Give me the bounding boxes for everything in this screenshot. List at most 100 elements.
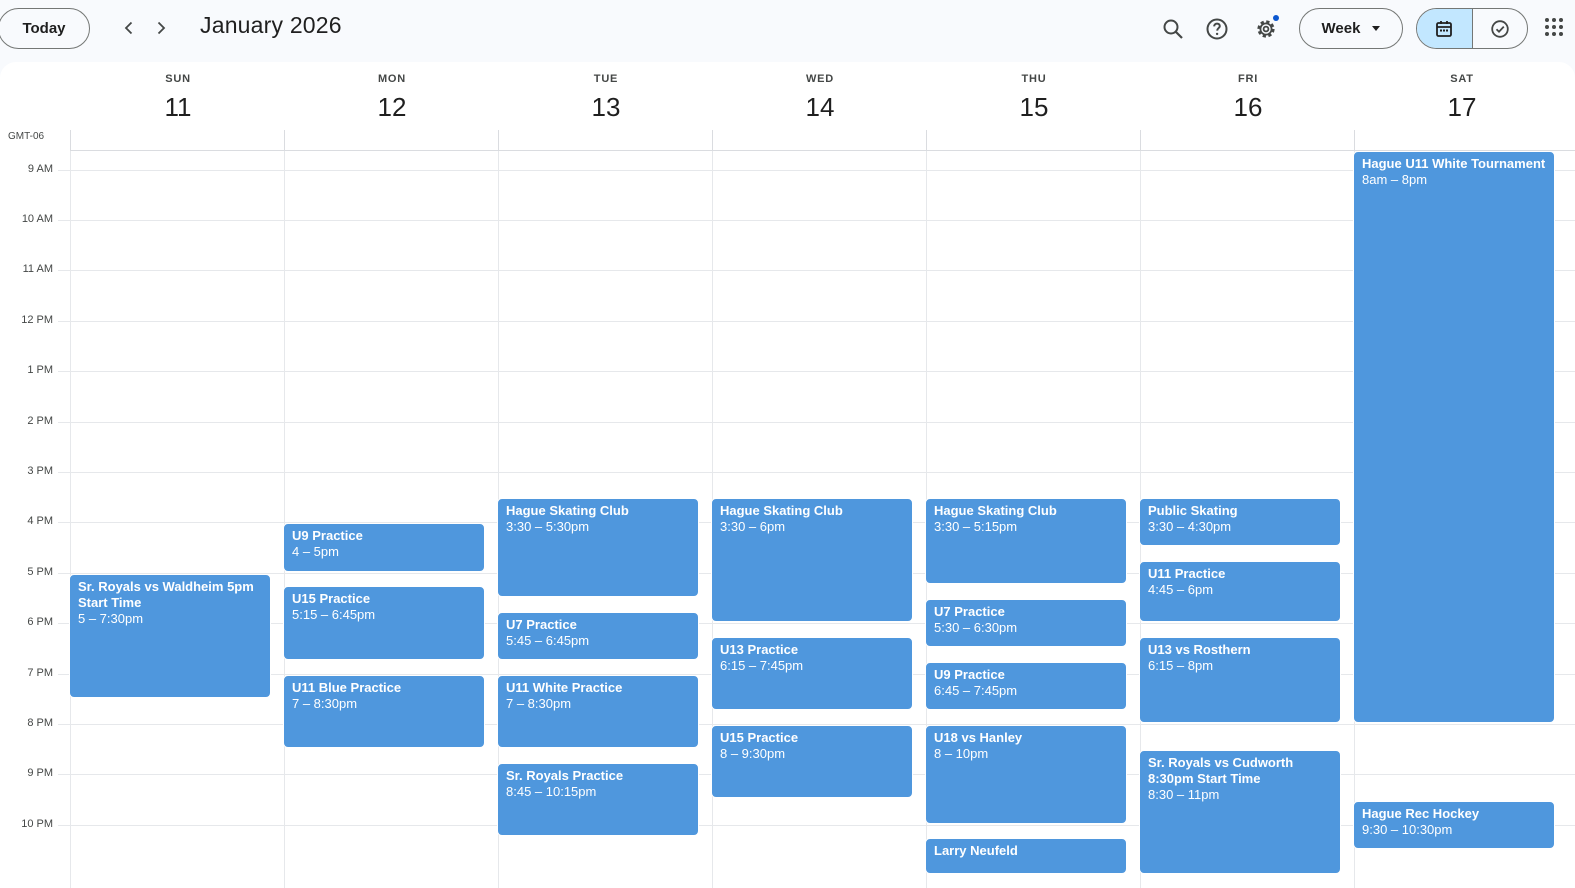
timezone-label: GMT-06: [8, 131, 45, 142]
event-time: 5 – 7:30pm: [78, 610, 144, 626]
event-time: 3:30 – 5:30pm: [506, 519, 590, 535]
day-number[interactable]: 14: [713, 92, 927, 123]
apps-grid-icon: [1552, 18, 1556, 22]
calendar-event[interactable]: Hague Skating Club 3:30 – 5:30pm: [497, 498, 699, 597]
hour-gridline: [58, 371, 1575, 373]
day-number[interactable]: 16: [1141, 92, 1355, 123]
calendar-event[interactable]: Hague Skating Club 3:30 – 5:15pm: [925, 498, 1127, 585]
view-dropdown[interactable]: Week: [1299, 8, 1403, 49]
calendar-event[interactable]: Hague U11 White Tournament 8am – 8pm: [1353, 151, 1555, 723]
event-time: 4:45 – 6pm: [1148, 582, 1214, 598]
event-title: Hague Skating Club: [720, 503, 843, 519]
column-divider: [712, 130, 713, 150]
day-number[interactable]: 12: [285, 92, 499, 123]
apps-grid-icon: [1559, 32, 1563, 36]
day-number[interactable]: 15: [927, 92, 1141, 123]
event-title: U13 vs Rosthern: [1148, 641, 1251, 657]
next-week-button[interactable]: [146, 13, 176, 43]
calendar-event[interactable]: U13 Practice 6:15 – 7:45pm: [711, 636, 913, 711]
hour-label: 10 AM: [21, 212, 53, 225]
hour-label: 4 PM: [27, 515, 53, 528]
day-number[interactable]: 13: [499, 92, 713, 123]
event-title: Sr. Royals vs Cudworth 8:30pm Start Time: [1148, 755, 1294, 787]
calendar-event[interactable]: U9 Practice 6:45 – 7:45pm: [925, 661, 1127, 711]
chevron-right-icon: [157, 21, 166, 35]
calendar-event[interactable]: U7 Practice 5:45 – 6:45pm: [497, 611, 699, 660]
calendar-event[interactable]: U9 Practice 4 – 5pm: [283, 523, 485, 572]
apps-grid-icon: [1545, 18, 1549, 22]
calendar-event[interactable]: Hague Rec Hockey 9:30 – 10:30pm: [1353, 800, 1555, 849]
search-button[interactable]: [1156, 12, 1190, 46]
hour-label: 11 AM: [22, 263, 53, 276]
event-title: Public Skating: [1148, 503, 1238, 519]
hour-label: 7 PM: [27, 666, 53, 679]
help-button[interactable]: [1200, 12, 1234, 46]
event-time: 3:30 – 4:30pm: [1148, 519, 1232, 535]
event-title: U9 Practice: [292, 528, 363, 544]
column-divider: [284, 151, 285, 888]
apps-grid-icon: [1552, 25, 1556, 29]
event-title: Hague Skating Club: [506, 503, 629, 519]
notification-dot: [1273, 15, 1279, 21]
event-title: Larry Neufeld: [934, 843, 1018, 859]
event-title: U11 Blue Practice: [292, 679, 402, 695]
today-button[interactable]: Today: [0, 8, 90, 49]
calendar-event[interactable]: Hague Skating Club 3:30 – 6pm: [711, 498, 913, 623]
hour-label: 2 PM: [27, 414, 53, 427]
calendar-event[interactable]: Sr. Royals Practice 8:45 – 10:15pm: [497, 762, 699, 837]
event-time: 8:30 – 11pm: [1148, 787, 1220, 803]
event-time: 6:15 – 8pm: [1148, 657, 1214, 673]
apps-grid-button[interactable]: [1545, 18, 1565, 38]
day-number[interactable]: 17: [1355, 92, 1569, 123]
hour-label: 9 PM: [27, 767, 53, 780]
previous-week-button[interactable]: [114, 13, 144, 43]
calendar-event[interactable]: U15 Practice 8 – 9:30pm: [711, 724, 913, 799]
day-header-tue: TUE 13: [499, 62, 713, 134]
calendar-event[interactable]: U11 Blue Practice 7 – 8:30pm: [283, 674, 485, 749]
week-calendar: SUN 11 MON 12 TUE 13 WED 14 THU 15 FRI 1…: [0, 62, 1575, 888]
event-title: Hague Rec Hockey: [1362, 805, 1480, 821]
calendar-event[interactable]: Larry Neufeld: [925, 838, 1127, 875]
dropdown-caret-icon: [1372, 26, 1381, 31]
event-time: 8 – 9:30pm: [720, 745, 786, 761]
calendar-event[interactable]: Sr. Royals vs Waldheim 5pm Start Time 5 –…: [69, 573, 271, 698]
calendar-event[interactable]: U13 vs Rosthern 6:15 – 8pm: [1139, 636, 1341, 723]
calendar-mode-button[interactable]: [1417, 9, 1472, 48]
calendar-event[interactable]: Sr. Royals vs Cudworth 8:30pm Start Time…: [1139, 750, 1341, 875]
event-time: 8:45 – 10:15pm: [506, 783, 597, 799]
hour-label: 6 PM: [27, 616, 53, 629]
column-divider: [70, 151, 71, 888]
event-time: 8 – 10pm: [934, 745, 989, 761]
column-divider: [1354, 130, 1355, 150]
top-bar: Today January 2026 Week: [0, 0, 1575, 60]
chevron-left-icon: [124, 21, 133, 35]
time-grid[interactable]: 9 AM 10 AM 11 AM 12 PM 1 PM 2 PM 3 PM 4 PM 5 PM 6…: [0, 151, 1575, 888]
calendar-event[interactable]: Public Skating 3:30 – 4:30pm: [1139, 498, 1341, 547]
day-of-week: THU: [1021, 73, 1047, 85]
calendar-event[interactable]: U11 Practice 4:45 – 6pm: [1139, 561, 1341, 623]
event-time: 4 – 5pm: [292, 544, 339, 560]
view-dropdown-label: Week: [1321, 20, 1361, 37]
calendar-event[interactable]: U15 Practice 5:15 – 6:45pm: [283, 586, 485, 660]
hour-label: 9 AM: [27, 162, 53, 175]
hour-gridline: [58, 320, 1575, 322]
day-of-week: FRI: [1237, 73, 1259, 85]
day-header-fri: FRI 16: [1141, 62, 1355, 134]
day-of-week: TUE: [593, 73, 619, 85]
calendar-event[interactable]: U11 White Practice 7 – 8:30pm: [497, 674, 699, 749]
hour-label: 12 PM: [21, 313, 53, 326]
day-header-thu: THU 15: [927, 62, 1141, 134]
calendar-event[interactable]: U7 Practice 5:30 – 6:30pm: [925, 598, 1127, 648]
hour-gridline: [58, 270, 1575, 272]
calendar-tasks-toggle: [1416, 8, 1528, 49]
day-header-sat: SAT 17: [1355, 62, 1569, 134]
hour-label: 3 PM: [27, 464, 53, 477]
hour-gridline: [58, 169, 1575, 171]
event-title: U7 Practice: [506, 616, 577, 632]
day-number[interactable]: 11: [71, 92, 285, 123]
tasks-mode-button[interactable]: [1471, 9, 1528, 48]
apps-grid-icon: [1559, 25, 1563, 29]
calendar-event[interactable]: U18 vs Hanley 8 – 10pm: [925, 724, 1127, 824]
settings-button[interactable]: [1249, 12, 1283, 46]
column-divider: [70, 130, 71, 150]
